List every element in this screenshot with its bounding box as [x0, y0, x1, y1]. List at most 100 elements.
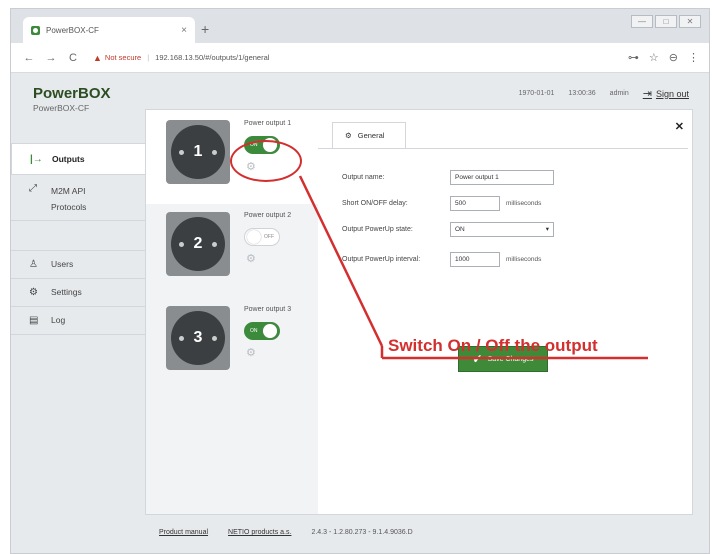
- short-delay-row: Short ON/OFF delay: 500 milliseconds: [342, 190, 682, 216]
- output-label: Power output 2: [244, 212, 292, 219]
- short-delay-unit: milliseconds: [506, 199, 542, 207]
- tab-label: General: [357, 131, 385, 140]
- address-bar[interactable]: ▲ Not secure | 192.168.13.50/#/outputs/1…: [93, 53, 628, 63]
- toggle-knob: [247, 230, 261, 244]
- gear-icon: ⚙: [345, 131, 352, 140]
- chevron-down-icon: ▾: [545, 226, 549, 233]
- output-label: Power output 1: [244, 120, 292, 127]
- toggle-state: ON: [250, 328, 258, 334]
- sign-out-link[interactable]: ⇥ Sign out: [643, 87, 689, 100]
- short-delay-label: Short ON/OFF delay:: [342, 199, 408, 207]
- sidebar-item-label: Settings: [51, 287, 82, 297]
- device-time: 13:00:36: [568, 90, 596, 97]
- brand-subtitle: PowerBOX-CF: [33, 103, 90, 113]
- arrow-right-to-line-icon: |→: [30, 153, 43, 165]
- gear-icon: ⚙: [29, 287, 38, 298]
- url-text[interactable]: 192.168.13.50/#/outputs/1/general: [155, 53, 269, 62]
- output-toggle[interactable]: OFF: [244, 228, 280, 246]
- output-name-row: Output name: Power output 1: [342, 164, 682, 190]
- sidebar-item-label: Log: [51, 315, 66, 325]
- maximize-button[interactable]: □: [655, 15, 677, 28]
- close-window-button[interactable]: ✕: [679, 15, 701, 28]
- socket-icon: 1: [166, 120, 230, 184]
- settings-form: Output name: Power output 1 Short ON/OFF…: [342, 164, 682, 276]
- address-toolbar: ← → C ▲ Not secure | 192.168.13.50/#/out…: [11, 43, 709, 73]
- title-bar: PowerBOX-CF × + — □ ✕: [11, 9, 709, 43]
- save-changes-label: Save Changes: [487, 355, 534, 363]
- sidebar-item-log[interactable]: ▤ Log: [11, 307, 145, 335]
- output-card-3[interactable]: 3 Power output 3 ON ⚙: [146, 296, 318, 390]
- star-icon[interactable]: ☆: [649, 51, 659, 64]
- sidebar-item-label: Users: [51, 259, 74, 269]
- device-date: 1970-01-01: [518, 90, 555, 97]
- sidebar-spacer: [11, 221, 145, 251]
- key-icon[interactable]: ⊶: [628, 51, 639, 64]
- page: PowerBOX PowerBOX-CF 1970-01-01 13:00:36…: [11, 73, 709, 553]
- new-tab-button[interactable]: +: [201, 21, 209, 37]
- annotation-ring: [230, 140, 302, 182]
- product-manual-link[interactable]: Product manual: [159, 529, 208, 536]
- powerup-interval-row: Output PowerUp interval: 1000 millisecon…: [342, 242, 682, 276]
- extension-icon[interactable]: ⊖: [669, 51, 678, 64]
- brand-title: PowerBOX: [33, 85, 111, 102]
- api-link-icon: ⤢: [29, 183, 37, 194]
- favicon-icon: [31, 25, 40, 35]
- brand: PowerBOX PowerBOX-CF: [33, 85, 111, 113]
- not-secure-label: Not secure: [104, 53, 142, 62]
- toolbar-actions: ⊶ ☆ ⊖ ⋮: [628, 51, 699, 64]
- sidebar-item-users[interactable]: ♙ Users: [11, 251, 145, 279]
- output-label: Power output 3: [244, 306, 292, 313]
- minimize-button[interactable]: —: [631, 15, 653, 28]
- document-icon: ▤: [29, 315, 39, 326]
- sidebar-item-m2m-api[interactable]: ⤢ M2M API Protocols: [11, 175, 145, 221]
- sidebar-item-label: M2M API Protocols: [51, 186, 87, 212]
- sign-out-icon: ⇥: [642, 88, 652, 100]
- tab-title: PowerBOX-CF: [46, 25, 99, 35]
- back-icon[interactable]: ←: [21, 52, 37, 64]
- address-separator: |: [147, 53, 150, 62]
- powerup-state-value: ON: [455, 225, 465, 233]
- sign-out-label: Sign out: [655, 88, 689, 99]
- tab-close-button[interactable]: ×: [181, 25, 187, 36]
- annotation-text: Switch On / Off the output: [388, 336, 598, 355]
- sidebar-item-settings[interactable]: ⚙ Settings: [11, 279, 145, 307]
- firmware-version: 2.4.3 - 1.2.80.273 - 9.1.4.9036.D: [311, 529, 413, 536]
- output-toggle[interactable]: ON: [244, 322, 280, 340]
- sidebar-item-outputs[interactable]: |→ Outputs: [11, 143, 145, 175]
- toggle-knob: [263, 324, 277, 338]
- user-icon: ♙: [29, 259, 38, 270]
- socket-number: 3: [171, 311, 225, 365]
- footer: Product manual NETIO products a.s. 2.4.3…: [159, 529, 413, 536]
- short-delay-field[interactable]: 500: [450, 195, 500, 211]
- reload-icon[interactable]: C: [65, 52, 81, 64]
- output-settings: ⚙ General Output name: Power output 1 Sh…: [318, 122, 688, 482]
- user-name: admin: [609, 90, 629, 97]
- toggle-state: OFF: [264, 234, 274, 240]
- output-gear-icon[interactable]: ⚙: [246, 252, 256, 265]
- output-name-field[interactable]: Power output 1: [450, 169, 554, 185]
- sidebar: |→ Outputs ⤢ M2M API Protocols ♙ Users ⚙…: [11, 143, 145, 335]
- socket-icon: 2: [166, 212, 230, 276]
- powerup-interval-field[interactable]: 1000: [450, 251, 500, 267]
- powerup-state-label: Output PowerUp state:: [342, 225, 413, 233]
- output-name-label: Output name:: [342, 173, 385, 181]
- powerup-state-row: Output PowerUp state: ON ▾: [342, 216, 682, 242]
- tab-divider: [318, 148, 688, 149]
- output-gear-icon[interactable]: ⚙: [246, 346, 256, 359]
- browser-window: PowerBOX-CF × + — □ ✕ ← → C ▲ Not secure…: [10, 8, 710, 554]
- vendor-link[interactable]: NETIO products a.s.: [228, 529, 291, 536]
- warning-icon: ▲: [93, 52, 102, 63]
- sidebar-item-label: Outputs: [52, 154, 85, 164]
- powerup-state-select[interactable]: ON ▾: [450, 221, 554, 237]
- window-controls: — □ ✕: [631, 15, 701, 28]
- browser-tab[interactable]: PowerBOX-CF ×: [23, 17, 195, 43]
- forward-icon[interactable]: →: [43, 52, 59, 64]
- socket-icon: 3: [166, 306, 230, 370]
- output-card-2[interactable]: 2 Power output 2 OFF ⚙: [146, 202, 318, 296]
- top-info: 1970-01-01 13:00:36 admin ⇥ Sign out: [519, 87, 689, 100]
- socket-number: 2: [171, 217, 225, 271]
- powerup-interval-unit: milliseconds: [506, 255, 542, 263]
- main-panel: 1 Power output 1 ON ⚙ 2 Power output 2 O…: [145, 109, 693, 515]
- tab-general[interactable]: ⚙ General: [332, 122, 406, 148]
- menu-icon[interactable]: ⋮: [688, 51, 699, 64]
